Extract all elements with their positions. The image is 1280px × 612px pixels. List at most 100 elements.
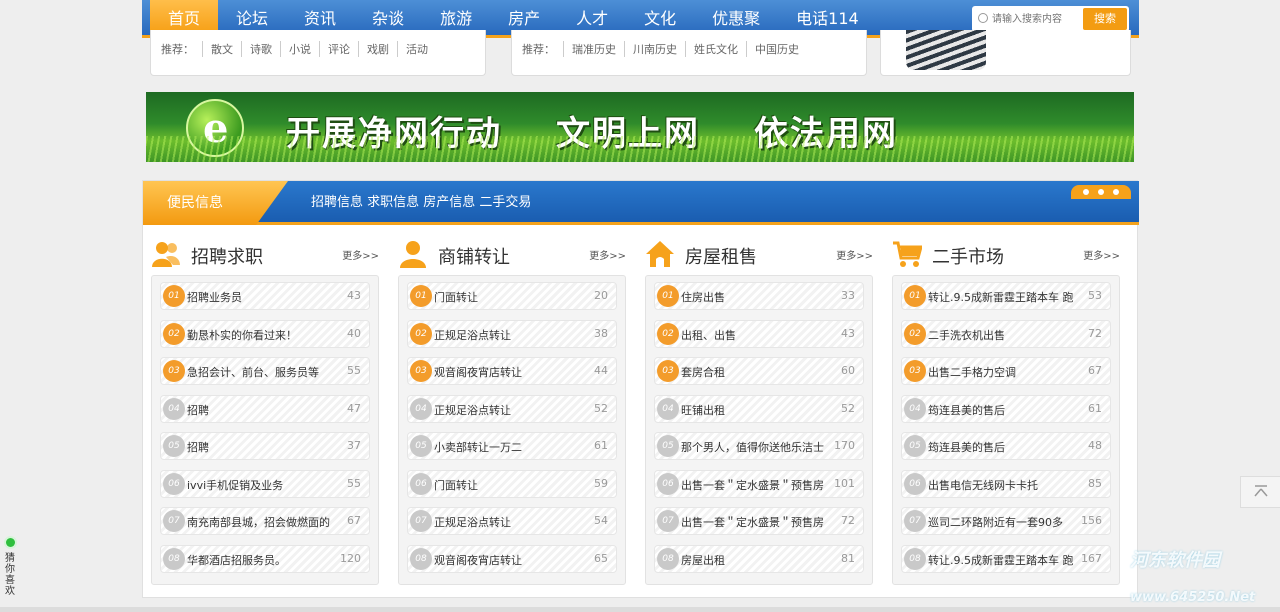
list-item[interactable]: 05 招聘 37 — [160, 432, 370, 460]
list-item[interactable]: 05 那个男人，值得你送他乐洁士 170 — [654, 432, 864, 460]
list-item[interactable]: 03 出售二手格力空调 67 — [901, 357, 1111, 385]
item-title[interactable]: 门面转让 — [434, 477, 478, 493]
tag-link[interactable]: 评论 — [319, 41, 358, 57]
search-box: 搜索 — [972, 6, 1129, 32]
list-item[interactable]: 02 正规足浴点转让 38 — [407, 319, 617, 348]
item-title[interactable]: 转让.9.5成新雷霆王踏本车 跑 — [928, 289, 1074, 305]
item-title[interactable]: 套房合租 — [681, 364, 725, 380]
list-item[interactable]: 08 转让.9.5成新雷霆王踏本车 跑 167 — [901, 544, 1111, 573]
list-item[interactable]: 06 出售一套＂定水盛景＂预售房 101 — [654, 469, 864, 498]
list-item[interactable]: 07 南充南部县城，招会做燃面的 67 — [160, 507, 370, 535]
item-title[interactable]: 正规足浴点转让 — [434, 514, 511, 530]
guess-you-like-widget[interactable]: 猜你喜欢 — [0, 538, 20, 597]
tag-link[interactable]: 诗歌 — [241, 41, 280, 57]
panel-header-links[interactable]: 招聘信息 求职信息 房产信息 二手交易 — [311, 191, 531, 210]
item-title[interactable]: 筠连县美的售后 — [928, 439, 1005, 455]
tag-link[interactable]: 姓氏文化 — [685, 41, 746, 57]
list-item[interactable]: 01 住房出售 33 — [654, 282, 864, 310]
item-title[interactable]: 筠连县美的售后 — [928, 402, 1005, 418]
item-title[interactable]: 出租、出售 — [681, 327, 736, 343]
list-item[interactable]: 08 华都酒店招服务员。 120 — [160, 544, 370, 573]
list-item[interactable]: 07 出售一套＂定水盛景＂预售房 72 — [654, 507, 864, 535]
item-title[interactable]: 那个男人，值得你送他乐洁士 — [681, 439, 824, 455]
item-title[interactable]: 二手洗衣机出售 — [928, 327, 1005, 343]
view-count: 72 — [1088, 326, 1102, 340]
list-item[interactable]: 02 出租、出售 43 — [654, 319, 864, 348]
dot[interactable] — [1113, 189, 1119, 195]
list-item[interactable]: 05 筠连县美的售后 48 — [901, 432, 1111, 460]
item-title[interactable]: 巡司二环路附近有一套90多 — [928, 514, 1063, 530]
item-title[interactable]: 观音阁夜宵店转让 — [434, 552, 522, 568]
item-title[interactable]: 出售电信无线网卡卡托 — [928, 477, 1038, 493]
item-title[interactable]: 招聘业务员 — [187, 289, 242, 305]
list-item[interactable]: 04 招聘 47 — [160, 394, 370, 423]
tag-link[interactable]: 川南历史 — [624, 41, 685, 57]
item-title[interactable]: 正规足浴点转让 — [434, 402, 511, 418]
view-count: 53 — [1088, 289, 1102, 302]
more-link[interactable]: 更多>> — [342, 247, 379, 262]
dot[interactable] — [1083, 189, 1089, 195]
list-item[interactable]: 06 出售电信无线网卡卡托 85 — [901, 469, 1111, 498]
item-title[interactable]: 出售一套＂定水盛景＂预售房 — [681, 514, 824, 530]
list-item[interactable]: 03 观音阁夜宵店转让 44 — [407, 357, 617, 385]
horizontal-scrollbar[interactable] — [0, 607, 1280, 612]
item-title[interactable]: 观音阁夜宵店转让 — [434, 364, 522, 380]
more-link[interactable]: 更多>> — [589, 247, 626, 262]
tag-link[interactable]: 瑞准历史 — [563, 41, 624, 57]
search-button[interactable]: 搜索 — [1083, 8, 1127, 30]
list-item[interactable]: 07 巡司二环路附近有一套90多 156 — [901, 507, 1111, 535]
list-item[interactable]: 02 二手洗衣机出售 72 — [901, 319, 1111, 348]
list-item[interactable]: 01 招聘业务员 43 — [160, 282, 370, 310]
rank-number: 06 — [410, 472, 432, 495]
tag-link[interactable]: 散文 — [202, 41, 241, 57]
back-to-top-button[interactable] — [1240, 476, 1280, 508]
item-title[interactable]: ivvi手机促销及业务 — [187, 477, 283, 493]
list-item[interactable]: 01 门面转让 20 — [407, 282, 617, 310]
column-title: 房屋租售 — [685, 247, 757, 268]
list-item[interactable]: 04 正规足浴点转让 52 — [407, 394, 617, 423]
item-title[interactable]: 急招会计、前台、服务员等 — [187, 364, 319, 380]
house-icon — [646, 241, 674, 267]
item-title[interactable]: 勤恳朴实的你看过来！ — [187, 327, 297, 343]
tag-link[interactable]: 戏剧 — [358, 41, 397, 57]
panel-tab[interactable]: 便民信息 — [143, 181, 288, 225]
promo-person-image[interactable] — [906, 30, 986, 70]
item-title[interactable]: 转让.9.5成新雷霆王踏本车 跑 — [928, 552, 1074, 568]
view-count: 38 — [594, 326, 608, 340]
item-title[interactable]: 房屋出租 — [681, 552, 725, 568]
clean-internet-banner[interactable]: 开展净网行动 文明上网 依法用网 — [146, 92, 1134, 162]
item-title[interactable]: 住房出售 — [681, 289, 725, 305]
list-item[interactable]: 06 ivvi手机促销及业务 55 — [160, 469, 370, 498]
more-link[interactable]: 更多>> — [836, 247, 873, 262]
list-item[interactable]: 06 门面转让 59 — [407, 469, 617, 498]
item-title[interactable]: 南充南部县城，招会做燃面的 — [187, 514, 330, 530]
item-title[interactable]: 正规足浴点转让 — [434, 327, 511, 343]
list-item[interactable]: 03 套房合租 60 — [654, 357, 864, 385]
tag-link[interactable]: 活动 — [397, 41, 436, 57]
item-title[interactable]: 华都酒店招服务员。 — [187, 552, 286, 568]
item-title[interactable]: 旺铺出租 — [681, 402, 725, 418]
list-item[interactable]: 03 急招会计、前台、服务员等 55 — [160, 357, 370, 385]
panel-header: 便民信息 招聘信息 求职信息 房产信息 二手交易 — [143, 181, 1139, 225]
tag-link[interactable]: 中国历史 — [746, 41, 807, 57]
more-link[interactable]: 更多>> — [1083, 247, 1120, 262]
item-title[interactable]: 出售二手格力空调 — [928, 364, 1016, 380]
tag-link[interactable]: 小说 — [280, 41, 319, 57]
item-title[interactable]: 门面转让 — [434, 289, 478, 305]
list-item[interactable]: 08 房屋出租 81 — [654, 544, 864, 573]
item-title[interactable]: 出售一套＂定水盛景＂预售房 — [681, 477, 824, 493]
list-item[interactable]: 07 正规足浴点转让 54 — [407, 507, 617, 535]
list-item[interactable]: 02 勤恳朴实的你看过来！ 40 — [160, 319, 370, 348]
item-title[interactable]: 小卖部转让一万二 — [434, 439, 522, 455]
item-title[interactable]: 招聘 — [187, 402, 209, 418]
list-item[interactable]: 04 旺铺出租 52 — [654, 394, 864, 423]
carousel-dots[interactable] — [1071, 185, 1131, 199]
site-watermark: 河东软件园 www.645250.Net — [1130, 546, 1280, 605]
list-item[interactable]: 05 小卖部转让一万二 61 — [407, 432, 617, 460]
item-title[interactable]: 招聘 — [187, 439, 209, 455]
list-item[interactable]: 01 转让.9.5成新雷霆王踏本车 跑 53 — [901, 282, 1111, 310]
dot[interactable] — [1098, 189, 1104, 195]
list-item[interactable]: 04 筠连县美的售后 61 — [901, 394, 1111, 423]
column-title: 招聘求职 — [191, 247, 263, 268]
list-item[interactable]: 08 观音阁夜宵店转让 65 — [407, 544, 617, 573]
